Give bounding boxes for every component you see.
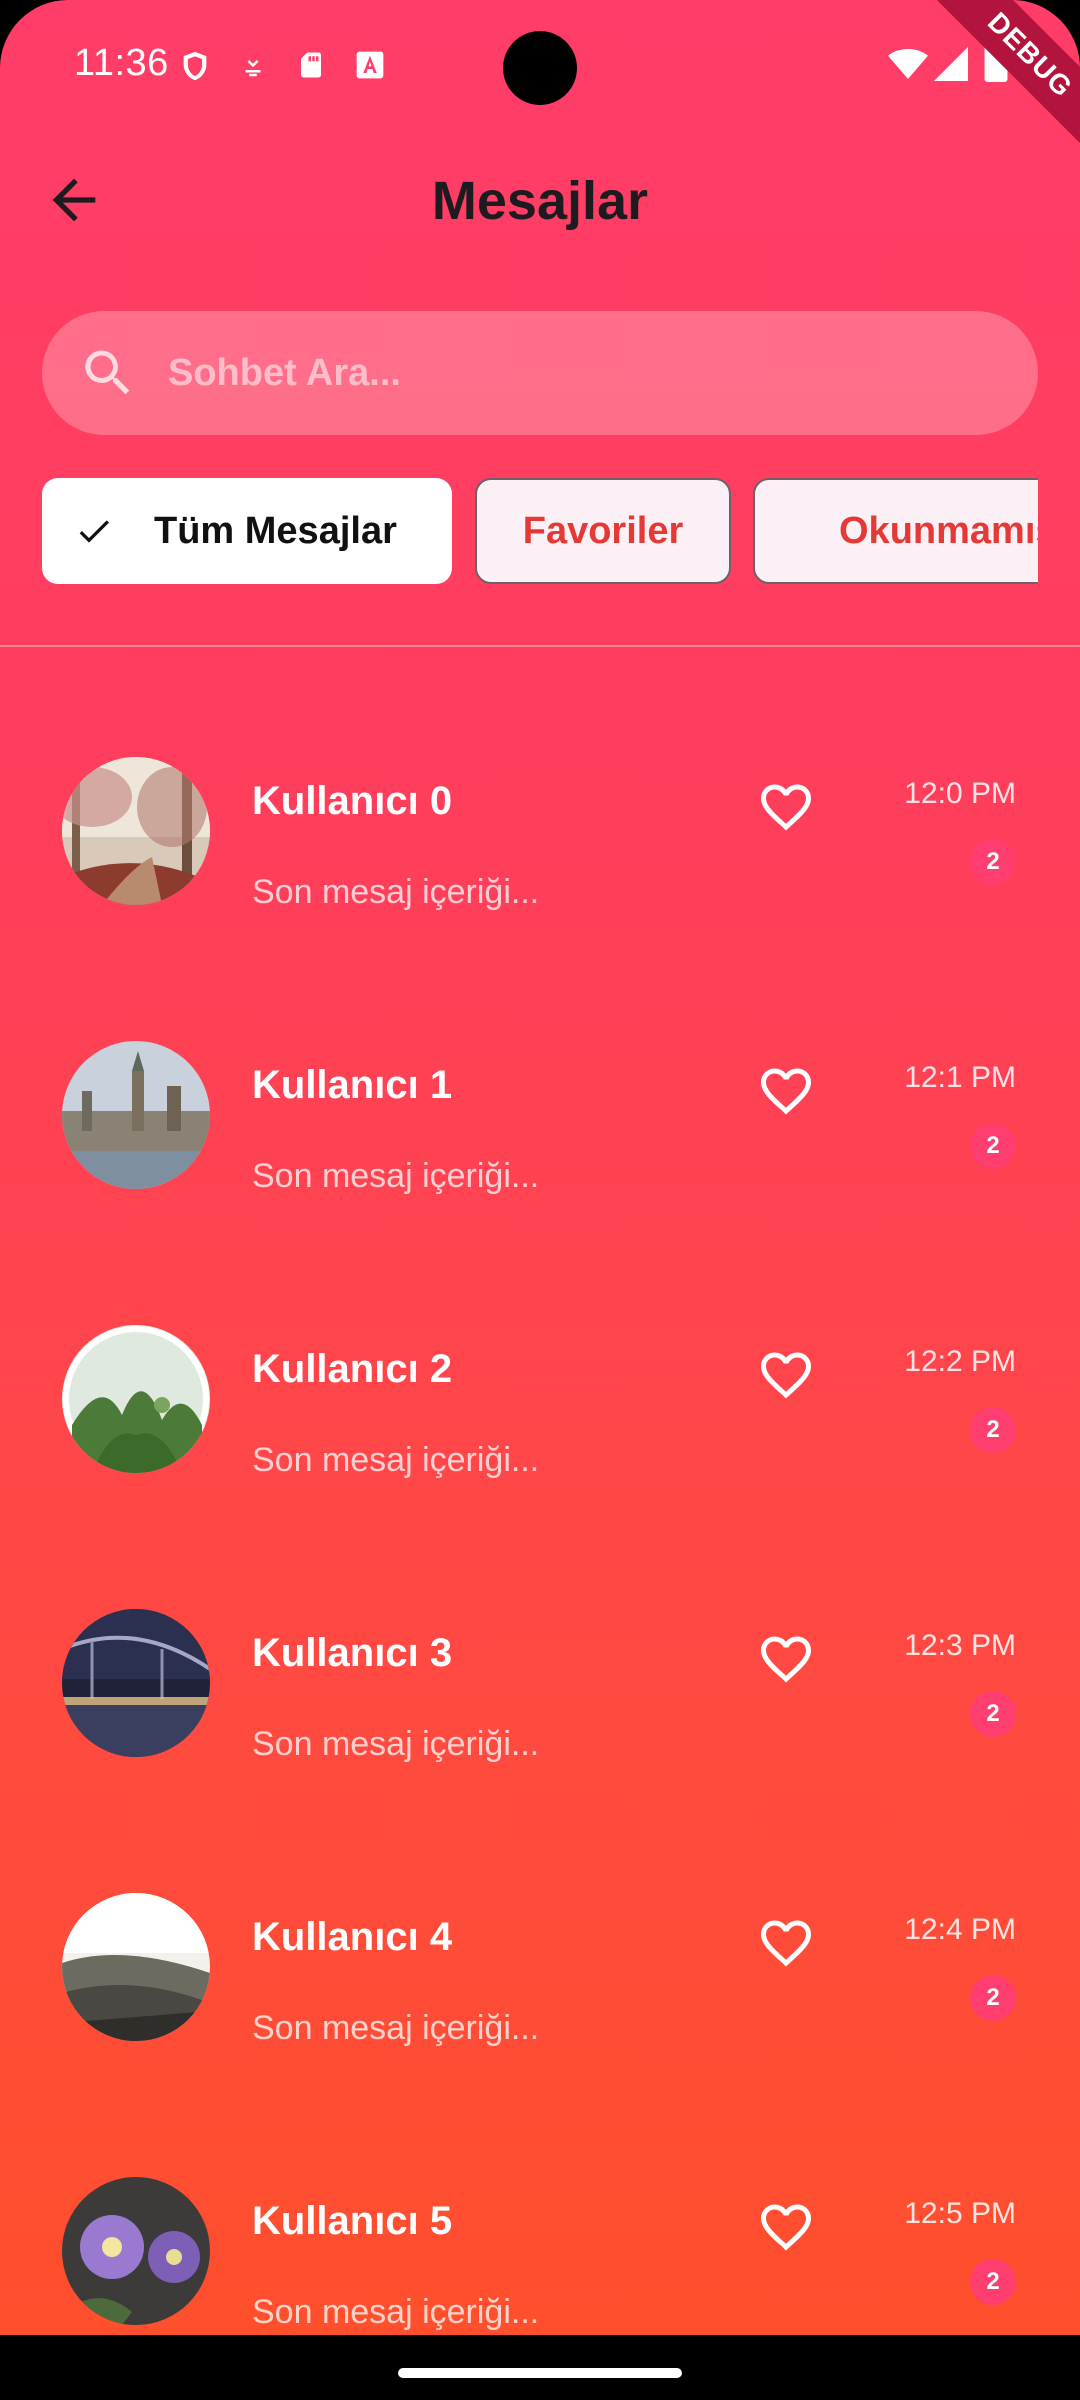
status-bar: 11:36 DEBUG bbox=[0, 0, 1080, 167]
chat-time: 12:4 PM bbox=[904, 1913, 1016, 1946]
chat-list-item[interactable]: Kullanıcı 2 Son mesaj içeriği... 12:2 PM… bbox=[0, 1325, 1080, 1609]
chat-preview: Son mesaj içeriği... bbox=[252, 1157, 540, 1195]
wifi-icon bbox=[888, 46, 928, 87]
chat-name: Kullanıcı 5 bbox=[252, 2199, 453, 2243]
unread-badge: 2 bbox=[970, 1123, 1016, 1169]
chat-name: Kullanıcı 2 bbox=[252, 1347, 453, 1391]
search-bar[interactable] bbox=[42, 311, 1038, 435]
chat-preview: Son mesaj içeriği... bbox=[252, 2293, 540, 2331]
avatar bbox=[62, 1325, 210, 1473]
app-screen: 11:36 DEBUG Mesajlar Sohbet Ara... Tüm M… bbox=[0, 0, 1080, 2335]
avatar bbox=[62, 1893, 210, 2041]
chat-preview: Son mesaj içeriği... bbox=[252, 2009, 540, 2047]
chat-name: Kullanıcı 3 bbox=[252, 1631, 453, 1675]
sd-card-icon bbox=[296, 48, 326, 87]
download-icon bbox=[238, 48, 268, 87]
chip-unread-label: Okunmamış bbox=[839, 509, 1038, 552]
favorite-heart-icon[interactable] bbox=[756, 1061, 816, 1121]
unread-badge: 2 bbox=[970, 1407, 1016, 1453]
chat-preview: Son mesaj içeriği... bbox=[252, 1725, 540, 1763]
favorite-heart-icon[interactable] bbox=[756, 777, 816, 837]
chat-name: Kullanıcı 0 bbox=[252, 779, 453, 823]
chat-time: 12:1 PM bbox=[904, 1061, 1016, 1094]
camera-cutout bbox=[503, 31, 577, 105]
signal-icon bbox=[934, 46, 968, 87]
status-time: 11:36 bbox=[74, 42, 169, 84]
search-icon bbox=[85, 350, 130, 395]
chip-all-label: Tüm Mesajlar bbox=[154, 509, 397, 552]
unread-badge: 2 bbox=[970, 1975, 1016, 2021]
chip-favorites[interactable]: Favoriler bbox=[475, 478, 731, 584]
favorite-heart-icon[interactable] bbox=[756, 1913, 816, 1973]
unread-badge: 2 bbox=[970, 839, 1016, 885]
home-indicator[interactable] bbox=[398, 2368, 682, 2378]
check-icon bbox=[79, 520, 109, 543]
favorite-heart-icon[interactable] bbox=[756, 1345, 816, 1405]
chip-favorites-label: Favoriler bbox=[522, 509, 684, 552]
chat-time: 12:0 PM bbox=[904, 777, 1016, 810]
avatar bbox=[62, 1041, 210, 1189]
page-title: Mesajlar bbox=[431, 171, 649, 231]
chat-time: 12:3 PM bbox=[904, 1629, 1016, 1662]
chat-time: 12:2 PM bbox=[904, 1345, 1016, 1378]
unread-badge: 2 bbox=[970, 1691, 1016, 1737]
chat-list-item[interactable]: Kullanıcı 4 Son mesaj içeriği... 12:4 PM… bbox=[0, 1893, 1080, 2177]
favorite-heart-icon[interactable] bbox=[756, 1629, 816, 1689]
chip-unread[interactable]: Okunmamış bbox=[753, 478, 1038, 584]
chat-list-item[interactable]: Kullanıcı 1 Son mesaj içeriği... 12:1 PM… bbox=[0, 1041, 1080, 1325]
search-input[interactable] bbox=[168, 311, 988, 435]
chat-name: Kullanıcı 4 bbox=[252, 1915, 453, 1959]
unread-badge: 2 bbox=[970, 2259, 1016, 2305]
chat-list-item[interactable]: Kullanıcı 0 Son mesaj içeriği... 12:0 PM… bbox=[0, 757, 1080, 1041]
chat-preview: Son mesaj içeriği... bbox=[252, 1441, 540, 1479]
shield-icon bbox=[178, 48, 212, 89]
chat-list-item[interactable]: Kullanıcı 3 Son mesaj içeriği... 12:3 PM… bbox=[0, 1609, 1080, 1893]
chat-name: Kullanıcı 1 bbox=[252, 1063, 453, 1107]
avatar bbox=[62, 1609, 210, 1757]
font-a-icon bbox=[354, 48, 386, 87]
divider bbox=[0, 645, 1080, 647]
chat-preview: Son mesaj içeriği... bbox=[252, 873, 540, 911]
chip-all-messages[interactable]: Tüm Mesajlar bbox=[42, 478, 452, 584]
avatar bbox=[62, 757, 210, 905]
avatar bbox=[62, 2177, 210, 2325]
chat-time: 12:5 PM bbox=[904, 2197, 1016, 2230]
favorite-heart-icon[interactable] bbox=[756, 2197, 816, 2257]
filter-chips: Tüm Mesajlar Favoriler Okunmamış bbox=[42, 478, 1038, 584]
chat-list-item[interactable]: Kullanıcı 5 Son mesaj içeriği... 12:5 PM… bbox=[0, 2177, 1080, 2335]
